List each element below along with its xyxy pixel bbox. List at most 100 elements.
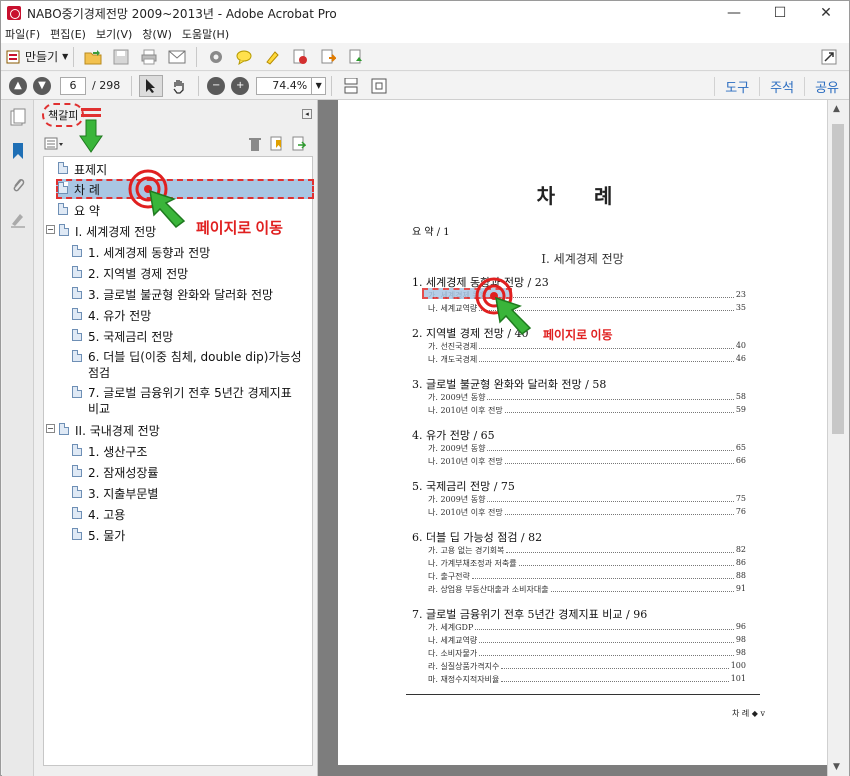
zoom-level-input[interactable]: 74.4% bbox=[256, 76, 313, 95]
comment-link[interactable]: 주석 bbox=[759, 76, 804, 96]
bookmark-page-icon bbox=[58, 203, 68, 215]
bookmark-item[interactable]: − II. 국내경제 전망 bbox=[46, 422, 160, 439]
toolbar-separator bbox=[331, 75, 333, 96]
bookmark-item[interactable]: 4. 유가 전망 bbox=[72, 307, 151, 324]
scroll-up-icon[interactable]: ▲ bbox=[833, 104, 840, 114]
minimize-button[interactable]: — bbox=[711, 1, 757, 25]
bookmark-page-icon bbox=[72, 350, 82, 362]
select-tool-button[interactable] bbox=[139, 74, 164, 97]
toc-section[interactable]: 6. 더블 딥 가능성 점검 / 82 bbox=[412, 529, 542, 545]
email-button[interactable] bbox=[165, 46, 189, 68]
create-button[interactable]: 만들기 ▼ bbox=[5, 48, 68, 65]
delete-page-icon bbox=[293, 49, 308, 64]
bookmark-item[interactable]: 3. 글로벌 불균형 완화와 달러화 전망 bbox=[72, 286, 273, 303]
toc-entry[interactable]: 다. 소비자물가 98 bbox=[428, 648, 746, 659]
menu-edit[interactable]: 편집(E) bbox=[50, 26, 86, 42]
toc-entry[interactable]: 가. 2009년 동향 65 bbox=[428, 443, 746, 454]
scroll-thumb[interactable] bbox=[832, 124, 844, 434]
toc-entry[interactable]: 가. 2009년 동향 75 bbox=[428, 494, 746, 505]
bookmark-item[interactable]: 2. 지역별 경제 전망 bbox=[72, 265, 188, 282]
toc-entry[interactable]: 가. 2009년 동향 58 bbox=[428, 392, 746, 403]
options-menu-icon[interactable] bbox=[44, 136, 66, 152]
collapse-toggle[interactable]: − bbox=[46, 424, 55, 433]
collapse-toggle[interactable]: − bbox=[46, 225, 55, 234]
toolbar-separator bbox=[196, 46, 198, 67]
settings-button[interactable] bbox=[204, 46, 228, 68]
bookmark-item[interactable]: 요 약 bbox=[58, 202, 100, 219]
highlight-button[interactable] bbox=[260, 46, 284, 68]
toc-section[interactable]: 3. 글로벌 불균형 완화와 달러화 전망 / 58 bbox=[412, 376, 606, 392]
toc-entry[interactable]: 라. 상업용 부동산대출과 소비자대출 91 bbox=[428, 584, 746, 595]
fit-page-button[interactable] bbox=[367, 75, 391, 97]
toc-entry[interactable]: 나. 2010년 이후 전망 76 bbox=[428, 507, 746, 518]
close-button[interactable]: ✕ bbox=[803, 1, 849, 25]
open-button[interactable] bbox=[81, 46, 105, 68]
toc-entry[interactable]: 나. 2010년 이후 전망 59 bbox=[428, 405, 746, 416]
bookmark-item[interactable]: 5. 물가 bbox=[72, 527, 125, 544]
toc-section[interactable]: 4. 유가 전망 / 65 bbox=[412, 427, 495, 443]
scroll-down-icon[interactable]: ▼ bbox=[833, 762, 840, 772]
expand-button[interactable] bbox=[817, 46, 841, 68]
share-page-button[interactable] bbox=[344, 46, 368, 68]
bookmark-icon[interactable] bbox=[10, 142, 26, 160]
toc-entry[interactable]: 나. 세계교역량 98 bbox=[428, 635, 746, 646]
toc-entry[interactable]: 나. 개도국경제 46 bbox=[428, 354, 746, 365]
bookmark-page-icon bbox=[59, 423, 69, 435]
export-button[interactable] bbox=[316, 46, 340, 68]
previous-page-button[interactable]: ▲ bbox=[9, 76, 27, 95]
bookmark-page-icon bbox=[59, 224, 69, 236]
bookmark-item[interactable]: 6. 더블 딥(이중 침체, double dip)가능성 점검 bbox=[72, 349, 306, 381]
toc-entry[interactable]: 가. 고용 없는 경기회복 82 bbox=[428, 545, 746, 556]
export-page-icon bbox=[321, 49, 337, 63]
toc-entry[interactable]: 마. 재정수지적자비율 101 bbox=[428, 674, 746, 685]
main-toolbar: 만들기 ▼ bbox=[1, 43, 849, 71]
bookmark-item[interactable]: 1. 생산구조 bbox=[72, 443, 147, 460]
chevron-down-icon[interactable]: ▼ bbox=[312, 76, 327, 95]
toc-entry[interactable]: 가. 세계GDP 96 bbox=[428, 622, 746, 633]
tools-link[interactable]: 도구 bbox=[714, 76, 759, 96]
menu-window[interactable]: 창(W) bbox=[142, 26, 172, 42]
scrolling-mode-button[interactable] bbox=[339, 75, 363, 97]
page-footer: 차 례 ◆ v bbox=[731, 709, 765, 718]
toc-entry[interactable]: 나. 2010년 이후 전망 66 bbox=[428, 456, 746, 467]
menu-file[interactable]: 파일(F) bbox=[5, 26, 40, 42]
window-controls: — ☐ ✕ bbox=[711, 1, 849, 25]
cursor-arrow-icon bbox=[146, 78, 156, 93]
trash-icon[interactable] bbox=[248, 136, 262, 152]
menu-view[interactable]: 보기(V) bbox=[96, 26, 132, 42]
bookmark-item[interactable]: 5. 국제금리 전망 bbox=[72, 328, 173, 345]
bookmark-item[interactable]: 3. 지출부문별 bbox=[72, 485, 158, 502]
comment-button[interactable] bbox=[232, 46, 256, 68]
toc-section[interactable]: 7. 글로벌 금융위기 전후 5년간 경제지표 비교 / 96 bbox=[412, 606, 647, 622]
redact-button[interactable] bbox=[288, 46, 312, 68]
next-page-button[interactable]: ▼ bbox=[33, 76, 51, 95]
toc-entry[interactable]: 나. 가계부채조정과 저축률 86 bbox=[428, 558, 746, 569]
signature-icon[interactable] bbox=[10, 210, 26, 228]
expand-bookmark-icon[interactable] bbox=[292, 136, 306, 152]
new-bookmark-icon[interactable] bbox=[270, 136, 284, 152]
toc-section[interactable]: 5. 국제금리 전망 / 75 bbox=[412, 478, 515, 494]
paperclip-icon[interactable] bbox=[10, 176, 26, 194]
hand-tool-button[interactable] bbox=[167, 75, 191, 97]
bookmark-item[interactable]: 4. 고용 bbox=[72, 506, 125, 523]
share-link[interactable]: 공유 bbox=[804, 76, 849, 96]
panel-splitter[interactable] bbox=[318, 100, 338, 776]
bookmark-item[interactable]: 7. 글로벌 금융위기 전후 5년간 경제지표 비교 bbox=[72, 385, 306, 417]
maximize-button[interactable]: ☐ bbox=[757, 1, 803, 25]
toc-entry[interactable]: 다. 출구전략 88 bbox=[428, 571, 746, 582]
print-button[interactable] bbox=[137, 46, 161, 68]
vertical-scrollbar[interactable]: ▲ ▼ bbox=[827, 100, 849, 776]
bookmark-item[interactable]: 2. 잠재성장률 bbox=[72, 464, 158, 481]
doc-summary-line: 요 약 / 1 bbox=[412, 227, 450, 238]
menu-help[interactable]: 도움말(H) bbox=[182, 26, 229, 42]
menu-bar: 파일(F) 편집(E) 보기(V) 창(W) 도움말(H) bbox=[1, 25, 849, 43]
page-number-input[interactable]: 6 bbox=[60, 76, 86, 95]
page-thumbnails-icon[interactable] bbox=[10, 108, 26, 126]
bookmark-item[interactable]: 1. 세계경제 동향과 전망 bbox=[72, 244, 210, 261]
bookmark-item[interactable]: 표제지 bbox=[58, 161, 107, 178]
zoom-in-button[interactable]: + bbox=[231, 76, 250, 95]
zoom-out-button[interactable]: − bbox=[207, 76, 226, 95]
save-button[interactable] bbox=[109, 46, 133, 68]
toc-entry[interactable]: 라. 실질상품가격지수 100 bbox=[428, 661, 746, 672]
collapse-panel-button[interactable]: ◂ bbox=[302, 109, 312, 119]
